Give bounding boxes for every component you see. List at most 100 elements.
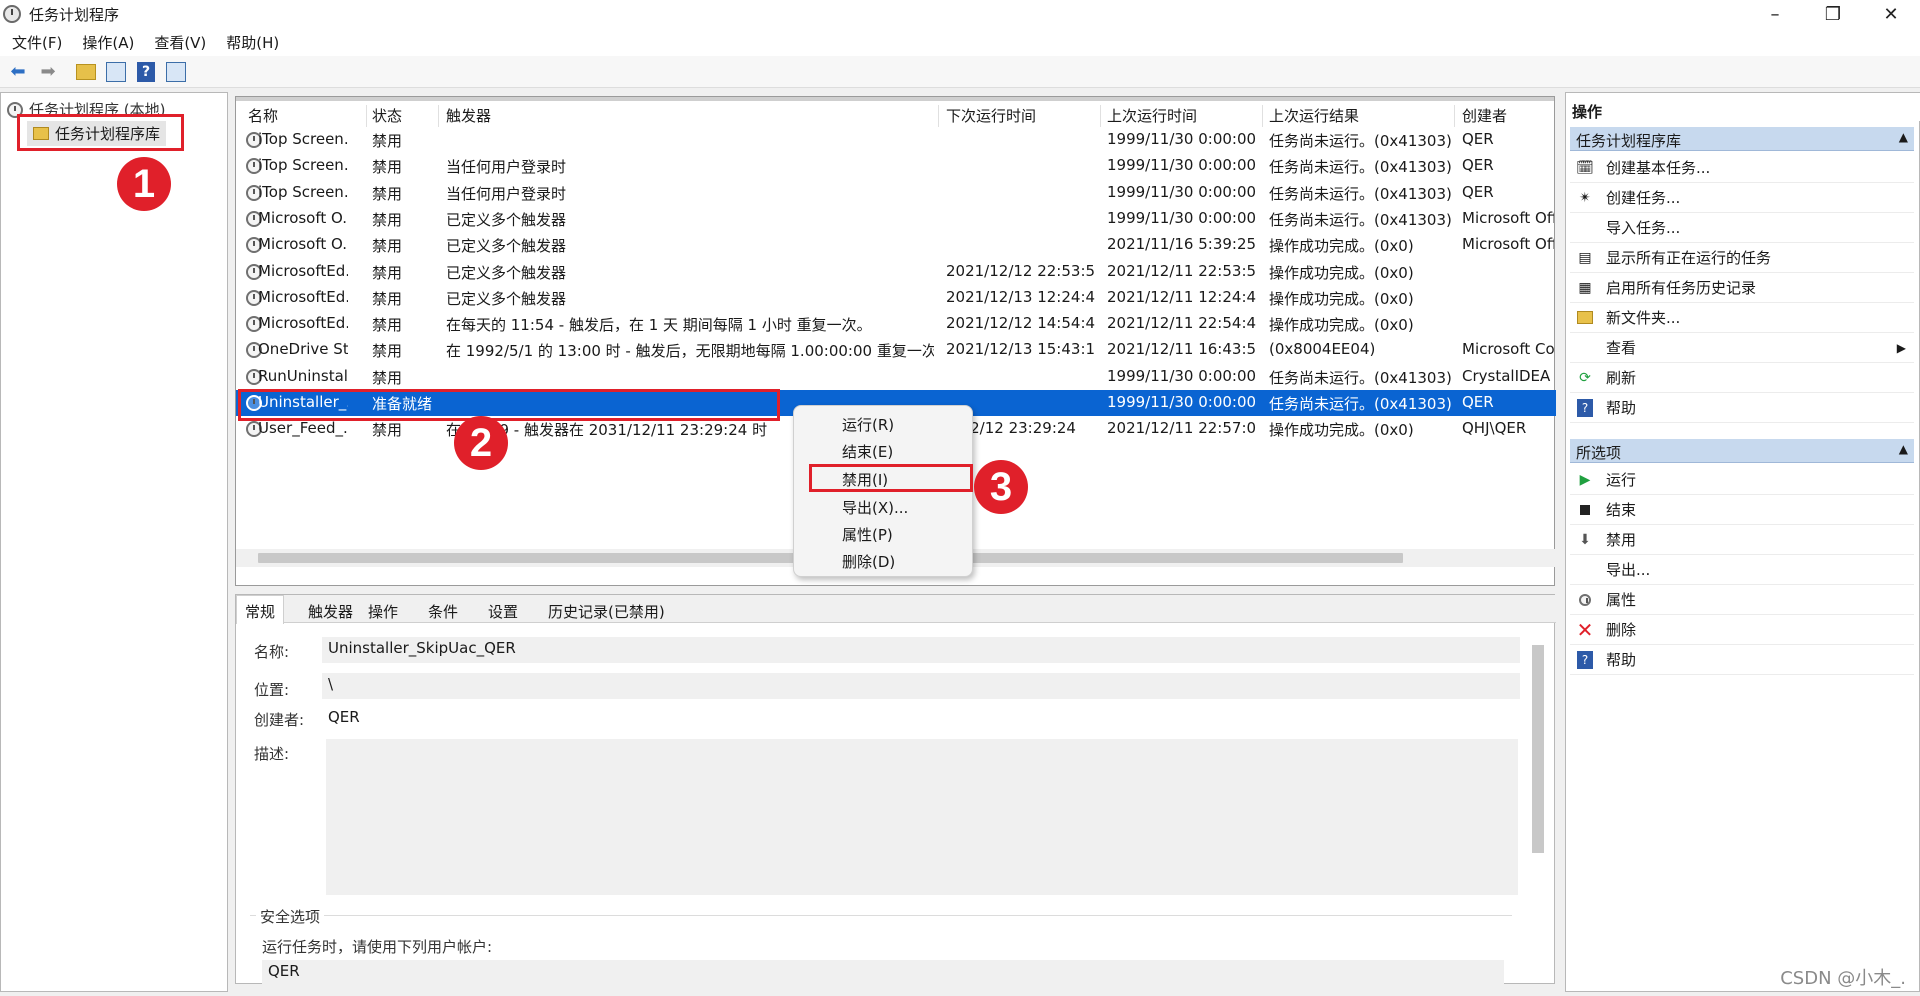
col-last-result[interactable]: 上次运行结果 — [1269, 105, 1359, 126]
action-create-task[interactable]: ✴ 创建任务... — [1570, 183, 1914, 213]
col-next-run[interactable]: 下次运行时间 — [946, 105, 1036, 126]
maximize-button[interactable]: ❐ — [1804, 0, 1862, 28]
name-label: 名称: — [254, 643, 290, 661]
detail-pane: 常规 触发器 操作 条件 设置 历史记录(已禁用) 名称: Uninstalle… — [235, 594, 1556, 984]
description-label: 描述: — [254, 745, 290, 763]
action-export[interactable]: 导出... — [1570, 555, 1914, 585]
table-row[interactable]: MicrosoftEd... 禁用 已定义多个触发器 2021/12/13 12:24… — [236, 285, 1556, 311]
menu-bar: 文件(F) 操作(A) 查看(V) 帮助(H) — [0, 28, 1920, 56]
cell-last: 1999/11/30 0:00:00 — [1107, 393, 1257, 411]
cell-status: 禁用 — [372, 237, 403, 256]
cell-trigger: 已定义多个触发器 — [446, 263, 567, 282]
col-name[interactable]: 名称 — [248, 105, 278, 126]
section-selected-item[interactable]: 所选项 ▲ — [1570, 439, 1914, 463]
cell-status: 禁用 — [372, 368, 403, 387]
tab-history[interactable]: 历史记录(已禁用) — [548, 601, 665, 622]
action-label: 禁用 — [1606, 531, 1637, 549]
cell-trigger: 已定义多个触发器 — [446, 289, 567, 308]
cell-result: 操作成功完成。(0x0) — [1269, 421, 1414, 440]
help-icon[interactable]: ? — [134, 60, 158, 84]
show-hide-console-tree-icon[interactable] — [104, 60, 128, 84]
action-help[interactable]: ? 帮助 — [1570, 393, 1914, 423]
section-task-library[interactable]: 任务计划程序库 ▲ — [1570, 127, 1914, 151]
action-properties[interactable]: 属性 — [1570, 585, 1914, 615]
security-user-field[interactable]: QER — [262, 960, 1504, 984]
cell-name: MicrosoftEd... — [258, 287, 348, 306]
col-author[interactable]: 创建者 — [1462, 105, 1507, 126]
action-create-basic-task[interactable]: 🗓 创建基本任务... — [1570, 153, 1914, 183]
cell-name: iTop Screen... — [258, 156, 348, 175]
table-row[interactable]: Microsoft O... 禁用 已定义多个触发器 1999/11/30 0:00:… — [236, 206, 1556, 232]
description-field[interactable] — [326, 739, 1518, 895]
minimize-button[interactable]: – — [1746, 0, 1804, 28]
action-enable-history[interactable]: ▦ 启用所有任务历史记录 — [1570, 273, 1914, 303]
cell-last: 2021/12/11 16:43:50 — [1107, 340, 1257, 359]
delete-x-icon: ✕ — [1576, 617, 1594, 642]
back-arrow-icon[interactable]: ⬅ — [6, 60, 30, 84]
table-row[interactable]: iTop Screen... 禁用 当任何用户登录时 1999/11/30 0:00:… — [236, 153, 1556, 179]
menu-item-export[interactable]: 导出(X)... — [842, 497, 908, 518]
table-row[interactable]: RunUninstal... 禁用 1999/11/30 0:00:00 任务尚未运行… — [236, 364, 1556, 390]
menu-help[interactable]: 帮助(H) — [226, 32, 279, 53]
menu-item-properties[interactable]: 属性(P) — [842, 524, 893, 545]
col-trigger[interactable]: 触发器 — [446, 105, 491, 126]
action-run[interactable]: ▶ 运行 — [1570, 465, 1914, 495]
cell-trigger: 在 1992/5/1 的 13:00 时 - 触发后，无限期地每隔 1.00:0… — [446, 342, 934, 361]
table-row[interactable]: iTop Screen... 禁用 1999/11/30 0:00:00 任务尚未运行… — [236, 127, 1556, 153]
col-last-run[interactable]: 上次运行时间 — [1107, 105, 1197, 126]
create-task-icon: ✴ — [1579, 189, 1591, 206]
tab-conditions[interactable]: 条件 — [428, 601, 458, 622]
vertical-scrollbar[interactable] — [1532, 645, 1544, 853]
author-field[interactable]: QER — [322, 706, 1520, 730]
annotation-number-2: 2 — [454, 416, 508, 470]
action-help-selected[interactable]: ? 帮助 — [1570, 645, 1914, 675]
tab-triggers[interactable]: 触发器 — [308, 601, 353, 622]
title-bar: 任务计划程序 – ❐ ✕ — [0, 0, 1920, 28]
action-label: 显示所有正在运行的任务 — [1606, 249, 1772, 267]
col-status[interactable]: 状态 — [372, 105, 402, 126]
location-field[interactable]: \ — [322, 673, 1520, 699]
table-row[interactable]: iTop Screen... 禁用 当任何用户登录时 1999/11/30 0:00:… — [236, 180, 1556, 206]
action-refresh[interactable]: ⟳ 刷新 — [1570, 363, 1914, 393]
annotation-number-1: 1 — [117, 157, 171, 211]
cell-trigger: 已定义多个触发器 — [446, 237, 567, 256]
collapse-caret-icon[interactable]: ▲ — [1899, 130, 1908, 144]
menu-item-run[interactable]: 运行(R) — [842, 414, 894, 435]
menu-view[interactable]: 查看(V) — [154, 32, 206, 53]
action-show-running-tasks[interactable]: ▤ 显示所有正在运行的任务 — [1570, 243, 1914, 273]
cell-trigger: 当任何用户登录时 — [446, 158, 567, 177]
folder-icon — [1574, 311, 1596, 324]
close-button[interactable]: ✕ — [1862, 0, 1920, 28]
collapse-caret-icon[interactable]: ▲ — [1899, 442, 1908, 456]
action-import-task[interactable]: 导入任务... — [1570, 213, 1914, 243]
action-new-folder[interactable]: 新文件夹... — [1570, 303, 1914, 333]
help-icon: ? — [1574, 398, 1596, 417]
menu-action[interactable]: 操作(A) — [82, 32, 134, 53]
action-end[interactable]: 结束 — [1570, 495, 1914, 525]
up-folder-icon[interactable] — [74, 60, 98, 84]
cell-result: 操作成功完成。(0x0) — [1269, 237, 1414, 256]
table-row[interactable]: MicrosoftEd... 禁用 在每天的 11:54 - 触发后，在 1 天 期… — [236, 311, 1556, 337]
action-disable[interactable]: ⬇ 禁用 — [1570, 525, 1914, 555]
menu-file[interactable]: 文件(F) — [12, 32, 62, 53]
forward-arrow-icon[interactable]: ➡ — [36, 60, 60, 84]
cell-trigger: 在每天的 11:54 - 触发后，在 1 天 期间每隔 1 小时 重复一次。 — [446, 316, 872, 335]
action-view[interactable]: 查看 ▶ — [1570, 333, 1914, 363]
tab-actions[interactable]: 操作 — [368, 601, 398, 622]
cell-last: 1999/11/30 0:00:00 — [1107, 130, 1257, 148]
menu-item-end[interactable]: 结束(E) — [842, 441, 893, 462]
name-field[interactable]: Uninstaller_SkipUac_QER — [322, 637, 1520, 663]
table-row[interactable]: MicrosoftEd... 禁用 已定义多个触发器 2021/12/12 22:53… — [236, 259, 1556, 285]
cell-author: QER — [1462, 130, 1494, 148]
menu-item-delete[interactable]: 删除(D) — [842, 551, 895, 572]
table-row[interactable]: OneDrive St... 禁用 在 1992/5/1 的 13:00 时 - 触… — [236, 337, 1556, 363]
action-label: 查看 — [1606, 339, 1637, 357]
action-label: 创建任务... — [1606, 189, 1681, 207]
cell-result: (0x8004EE04) — [1269, 340, 1376, 359]
table-row[interactable]: Microsoft O... 禁用 已定义多个触发器 2021/11/16 5:39:… — [236, 232, 1556, 258]
action-delete[interactable]: ✕ 删除 — [1570, 615, 1914, 645]
cell-name: Microsoft O... — [258, 208, 348, 227]
show-hide-action-pane-icon[interactable] — [164, 60, 188, 84]
tab-general[interactable]: 常规 — [236, 595, 285, 624]
tab-settings[interactable]: 设置 — [488, 601, 518, 622]
